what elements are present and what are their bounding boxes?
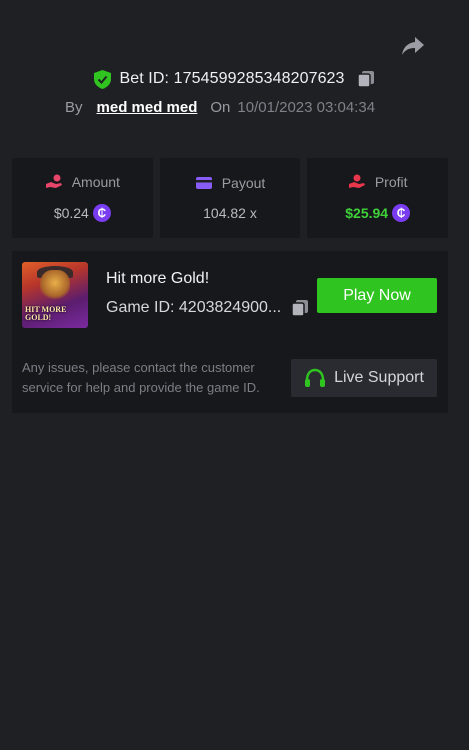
bet-id-text: Bet ID: 1754599285348207623 xyxy=(119,70,345,87)
headset-icon xyxy=(304,368,326,388)
bet-meta-row: By med med med On 10/01/2023 03:04:34 xyxy=(65,95,375,119)
profit-label: Profit xyxy=(374,174,408,190)
card-icon xyxy=(195,175,213,191)
profit-stat: Profit $25.94 ₵ xyxy=(307,158,449,238)
live-support-label: Live Support xyxy=(334,369,424,386)
game-id-row: Game ID: 4203824900... xyxy=(106,299,309,317)
amount-value: $0.24 xyxy=(53,205,89,221)
by-label: By xyxy=(65,98,83,116)
payout-value: 104.82 x xyxy=(203,205,257,221)
live-support-button[interactable]: Live Support xyxy=(291,359,437,397)
username-link[interactable]: med med med xyxy=(97,99,198,116)
game-card: HIT MORE GOLD! Hit more Gold! Game ID: 4… xyxy=(12,251,448,413)
game-thumbnail[interactable]: HIT MORE GOLD! xyxy=(22,262,88,328)
play-now-button[interactable]: Play Now xyxy=(317,278,437,313)
coins-hand-icon xyxy=(45,174,63,190)
coin-icon: ₵ xyxy=(92,204,111,222)
copy-game-id-icon[interactable] xyxy=(291,299,309,317)
coin-icon: ₵ xyxy=(392,204,411,222)
on-label: On xyxy=(210,98,231,116)
profit-value: $25.94 xyxy=(345,205,389,221)
payout-stat: Payout 104.82 x xyxy=(159,158,301,238)
copy-bet-id-icon[interactable] xyxy=(356,70,375,88)
bet-id-row: Bet ID: 1754599285348207623 xyxy=(0,66,469,92)
bet-stats: Amount $0.24 ₵ Payout 104.82 x Profit $2… xyxy=(12,158,449,238)
money-hand-icon xyxy=(348,174,366,190)
support-help-text: Any issues, please contact the customer … xyxy=(22,360,260,395)
game-title: Hit more Gold! xyxy=(106,270,210,287)
share-button[interactable] xyxy=(401,34,425,58)
game-id: Game ID: 4203824900... xyxy=(106,299,282,316)
payout-label: Payout xyxy=(221,175,266,191)
thumbnail-title-line2: GOLD! xyxy=(25,313,52,322)
share-arrow-icon xyxy=(402,37,424,55)
bet-date: 10/01/2023 03:04:34 xyxy=(237,98,376,116)
verified-shield-icon xyxy=(94,69,112,89)
amount-stat: Amount $0.24 ₵ xyxy=(12,158,153,238)
amount-label: Amount xyxy=(71,174,120,190)
